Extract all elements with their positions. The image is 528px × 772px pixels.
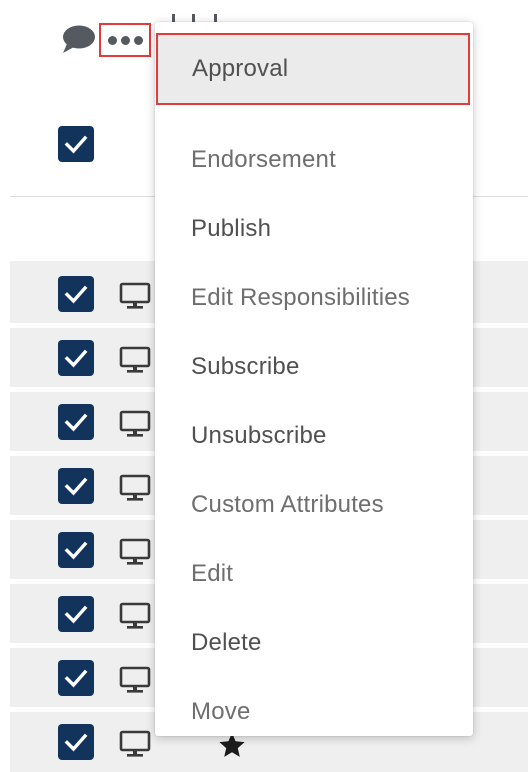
row-checkbox[interactable] (58, 532, 94, 568)
monitor-icon (119, 346, 151, 373)
more-dot (120, 35, 130, 45)
page: Approval Endorsement Publish Edit Respon… (0, 0, 528, 772)
menu-item-custom-attributes[interactable]: Custom Attributes (155, 470, 473, 539)
more-dot (133, 35, 143, 45)
monitor-icon (119, 602, 151, 629)
monitor-icon (119, 730, 151, 757)
menu-item-endorsement[interactable]: Endorsement (155, 125, 473, 194)
menu-item-publish[interactable]: Publish (155, 194, 473, 263)
more-options-button[interactable] (99, 23, 151, 57)
more-horizontal-icon (107, 35, 117, 45)
monitor-icon (119, 538, 151, 565)
menu-item-move[interactable]: Move (155, 677, 473, 746)
row-checkbox[interactable] (58, 404, 94, 440)
row-checkbox[interactable] (58, 276, 94, 312)
menu-item-subscribe[interactable]: Subscribe (155, 332, 473, 401)
check-icon (64, 477, 88, 496)
select-all-checkbox[interactable] (58, 126, 94, 162)
check-icon (64, 349, 88, 368)
check-icon (64, 541, 88, 560)
check-icon (64, 605, 88, 624)
row-checkbox[interactable] (58, 660, 94, 696)
row-checkbox[interactable] (58, 340, 94, 376)
monitor-icon (119, 282, 151, 309)
check-icon (64, 413, 88, 432)
menu-item-approval[interactable]: Approval (156, 33, 470, 105)
check-icon (64, 285, 88, 304)
menu-item-unsubscribe[interactable]: Unsubscribe (155, 401, 473, 470)
check-icon (64, 135, 88, 154)
check-icon (64, 733, 88, 752)
menu-item-edit-responsibilities[interactable]: Edit Responsibilities (155, 263, 473, 332)
monitor-icon (119, 666, 151, 693)
row-checkbox[interactable] (58, 724, 94, 760)
row-checkbox[interactable] (58, 596, 94, 632)
speech-bubble-icon[interactable] (60, 24, 98, 54)
check-icon (64, 669, 88, 688)
menu-item-edit[interactable]: Edit (155, 539, 473, 608)
monitor-icon (119, 410, 151, 437)
more-options-menu: Approval Endorsement Publish Edit Respon… (155, 22, 473, 736)
monitor-icon (119, 474, 151, 501)
row-checkbox[interactable] (58, 468, 94, 504)
menu-item-delete[interactable]: Delete (155, 608, 473, 677)
